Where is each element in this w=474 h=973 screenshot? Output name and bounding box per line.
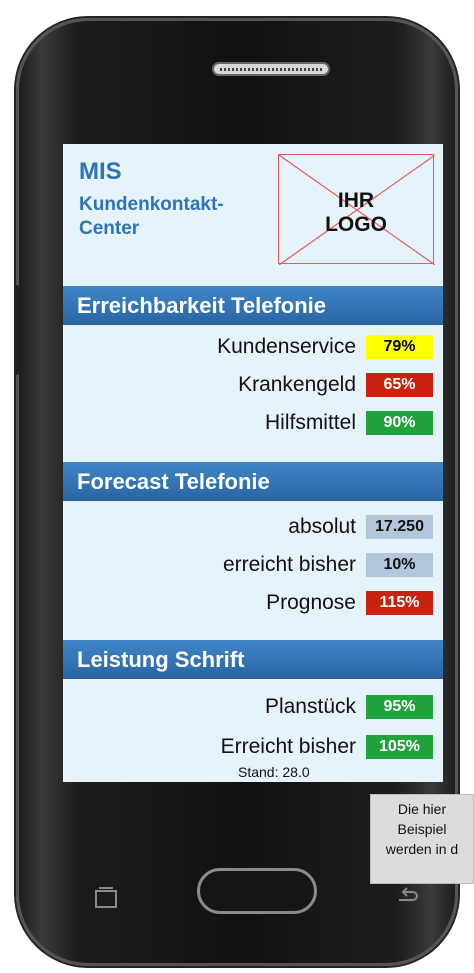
section-header-forecast: Forecast Telefonie [63,462,443,501]
app-subtitle: Kundenkontakt-Center [79,194,224,239]
home-button[interactable] [197,868,317,914]
section-header-erreichbarkeit: Erreichbarkeit Telefonie [63,286,443,325]
kpi-badge: 95% [366,695,433,719]
logo-text-line2: LOGO [325,213,387,236]
kpi-badge: 90% [366,411,433,435]
kpi-badge: 65% [366,373,433,397]
stand-timestamp: Stand: 28.0 [238,764,310,780]
recent-apps-icon[interactable] [93,886,119,910]
kpi-badge: 79% [366,335,433,359]
kpi-row[interactable]: Prognose 115% [266,590,433,616]
kpi-label: Hilfsmittel [264,411,356,434]
note-line: Beispiel [397,821,447,837]
kpi-label: Planstück [264,695,356,718]
speaker-grille-icon [212,62,330,76]
kpi-badge: 105% [366,735,433,759]
kpi-row[interactable]: Krankengeld 65% [238,372,433,398]
kpi-badge: 115% [366,591,433,615]
kpi-label: erreicht bisher [222,553,356,576]
kpi-label: Erreicht bisher [220,735,356,758]
section-header-leistung: Leistung Schrift [63,640,443,679]
kpi-badge: 17.250 [366,515,433,539]
logo-text: IHR LOGO [279,189,433,237]
back-icon[interactable] [395,886,419,906]
overlay-note: Die hier Beispiel werden in d [370,794,474,884]
kpi-label: absolut [288,515,356,538]
volume-button[interactable] [14,285,19,375]
note-line: werden in d [385,841,459,857]
logo-text-line1: IHR [337,189,375,212]
kpi-row[interactable]: absolut 17.250 [288,514,433,540]
kpi-row[interactable]: Planstück 95% [265,694,433,720]
logo-placeholder: IHR LOGO [278,154,435,265]
kpi-row[interactable]: erreicht bisher 10% [223,552,433,578]
kpi-label: Prognose [266,591,356,614]
kpi-label: Kundenservice [217,335,356,358]
kpi-label: Krankengeld [238,373,356,396]
app-screen: MIS Kundenkontakt-Center IHR LOGO Erreic… [63,144,443,782]
kpi-row[interactable]: Erreicht bisher 105% [221,734,433,760]
kpi-row[interactable]: Kundenservice 79% [217,334,433,360]
app-title: MIS [79,158,122,185]
kpi-row[interactable]: Hilfsmittel 90% [265,410,433,436]
note-line: Die hier [397,801,447,817]
kpi-badge: 10% [366,553,433,577]
